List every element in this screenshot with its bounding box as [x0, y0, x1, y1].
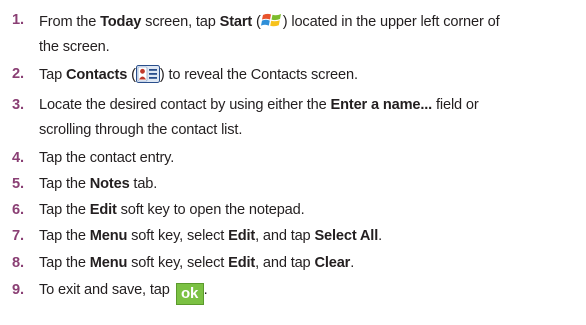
step-number: 7. [12, 228, 24, 244]
edit-label: Edit [89, 202, 117, 218]
today-label: Today [100, 14, 142, 30]
notes-label: Notes [89, 176, 130, 192]
clear-label: Clear [314, 255, 351, 271]
step-text: Tap the Notes tab. [39, 176, 158, 192]
select-all-label: Select All [314, 228, 379, 244]
step-number: 3. [12, 97, 24, 113]
enter-name-label: Enter a name... [330, 97, 433, 113]
step-text: Tap the Edit soft key to open the notepa… [39, 202, 305, 218]
step-number: 4. [12, 150, 24, 166]
step-text: Locate the desired contact by using eith… [39, 97, 479, 138]
step-number: 8. [12, 255, 24, 271]
ok-icon: ok [175, 283, 204, 305]
step-text: Tap the contact entry. [39, 150, 175, 166]
contacts-label: Contacts [65, 67, 128, 83]
instruction-steps: 1. From the Today screen, tap Start ( ) … [0, 0, 586, 325]
step-text: Tap Contacts ( ) to reveal the Contacts … [39, 65, 358, 83]
start-label: Start [219, 14, 253, 30]
step-number: 6. [12, 202, 24, 218]
step-number: 1. [12, 12, 24, 28]
windows-start-icon [260, 11, 283, 30]
edit-label: Edit [228, 255, 256, 271]
step-text: From the Today screen, tap Start ( ) loc… [39, 11, 584, 57]
step-text: To exit and save, tap ok. [39, 281, 584, 305]
step-text: Tap the Menu soft key, select Edit, and … [39, 255, 355, 271]
menu-label: Menu [89, 228, 128, 244]
contacts-icon [135, 65, 160, 83]
edit-label: Edit [228, 228, 256, 244]
step-number: 5. [12, 176, 24, 192]
menu-label: Menu [89, 255, 128, 271]
step-text: Tap the Menu soft key, select Edit, and … [39, 228, 383, 244]
step-number: 2. [12, 66, 24, 82]
step-number: 9. [12, 282, 24, 298]
